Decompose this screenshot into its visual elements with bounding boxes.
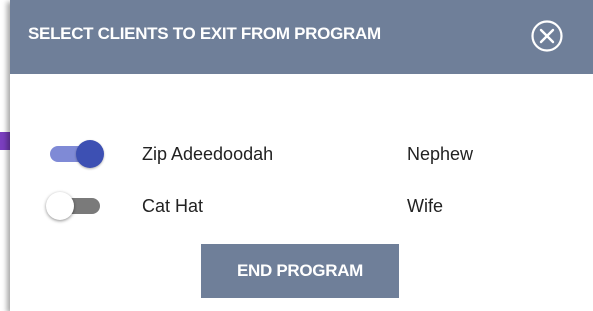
client-row: Zip Adeedoodah Nephew: [10, 139, 593, 169]
client-relation: Wife: [407, 196, 443, 216]
dialog-header: SELECT CLIENTS TO EXIT FROM PROGRAM: [10, 0, 593, 74]
close-circle-icon: [531, 20, 563, 52]
end-program-button[interactable]: END PROGRAM: [201, 244, 399, 298]
dialog-title: SELECT CLIENTS TO EXIT FROM PROGRAM: [28, 24, 381, 43]
toggle-thumb: [76, 140, 104, 168]
client-relation: Nephew: [407, 144, 474, 164]
screen: SELECT CLIENTS TO EXIT FROM PROGRAM END …: [0, 0, 593, 311]
toggle-thumb: [46, 192, 74, 220]
client-row: Cat Hat Wife: [10, 191, 593, 221]
client-name: Zip Adeedoodah: [142, 144, 274, 164]
client-toggle-switch[interactable]: [46, 191, 106, 221]
client-name: Cat Hat: [142, 196, 204, 216]
close-button[interactable]: [528, 17, 566, 55]
client-toggle-switch[interactable]: [46, 139, 106, 169]
